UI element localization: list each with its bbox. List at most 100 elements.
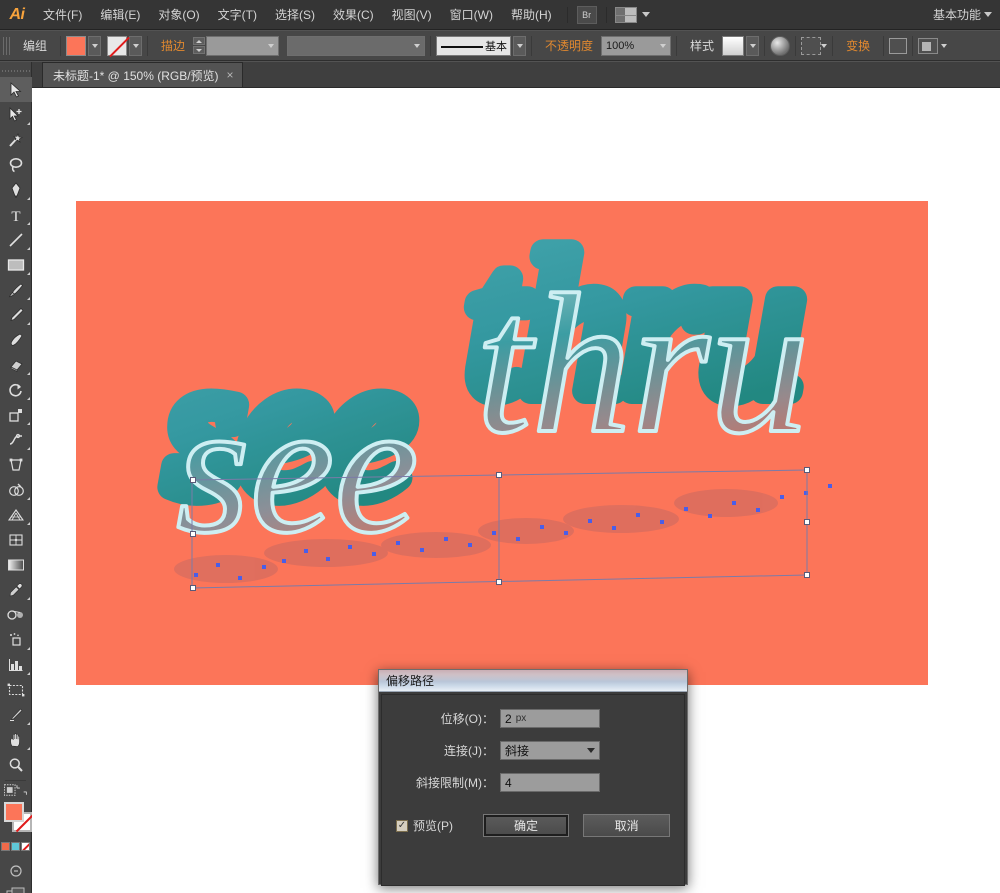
menu-help[interactable]: 帮助(H)	[502, 0, 561, 30]
miter-limit-field[interactable]: 4	[500, 773, 600, 792]
miter-limit-label: 斜接限制(M)：	[416, 776, 494, 790]
column-graph-tool[interactable]	[0, 652, 32, 677]
offset-field[interactable]: 2 px	[500, 709, 600, 728]
opacity-field[interactable]: 100%	[601, 35, 672, 56]
divider-3	[430, 35, 432, 56]
perspective-grid-tool[interactable]	[0, 502, 32, 527]
offset-path-dialog[interactable]: 偏移路径 位移(O)： 2 px 连接(J)： 斜接 斜接限制(M)： 4 ✓ …	[378, 669, 688, 886]
stroke-weight-stepper[interactable]	[193, 37, 206, 54]
shape-builder-tool[interactable]	[0, 477, 32, 502]
tools-panel-grip[interactable]	[0, 65, 31, 77]
blend-tool[interactable]	[0, 602, 32, 627]
stroke-swatch-none-icon[interactable]	[107, 35, 128, 56]
graphic-style-swatch[interactable]	[722, 35, 745, 56]
brush-definition-preview[interactable]: 基本	[436, 35, 512, 56]
lasso-tool[interactable]	[0, 152, 32, 177]
divider-6	[764, 35, 766, 56]
dialog-footer: ✓ 预览(P) 确定 取消	[396, 814, 670, 837]
color-swatch-icon[interactable]	[1, 842, 10, 851]
style-dropdown-button[interactable]	[746, 35, 760, 56]
ok-button[interactable]: 确定	[482, 814, 570, 837]
chevron-down-icon	[984, 12, 992, 17]
menu-view[interactable]: 视图(V)	[383, 0, 441, 30]
fill-swatch[interactable]	[4, 802, 24, 822]
control-bar-grip[interactable]	[3, 36, 11, 55]
transform-label[interactable]: 变换	[838, 37, 878, 54]
divider-9	[883, 35, 885, 56]
scale-tool[interactable]	[0, 402, 32, 427]
app-logo-icon: Ai	[9, 5, 26, 23]
rotate-tool[interactable]	[0, 377, 32, 402]
stroke-weight-label[interactable]: 描边	[153, 37, 193, 54]
type-tool[interactable]: T	[0, 202, 32, 227]
offset-label: 位移(O)：	[440, 712, 494, 726]
bridge-icon[interactable]: Br	[576, 5, 597, 24]
width-tool[interactable]	[0, 427, 32, 452]
brush-dropdown-button[interactable]	[513, 35, 527, 56]
offset-unit: px	[515, 713, 527, 724]
menu-edit[interactable]: 编辑(E)	[91, 0, 149, 30]
menu-select[interactable]: 选择(S)	[266, 0, 324, 30]
chevron-down-icon	[414, 43, 421, 48]
opacity-mask-icon[interactable]	[801, 36, 828, 55]
mesh-tool[interactable]	[0, 527, 32, 552]
cancel-button[interactable]: 取消	[583, 814, 670, 837]
magic-wand-tool[interactable]	[0, 127, 32, 152]
menu-object[interactable]: 对象(O)	[149, 0, 208, 30]
opacity-label[interactable]: 不透明度	[537, 37, 601, 54]
chevron-down-icon	[660, 43, 667, 48]
close-icon[interactable]: ×	[227, 69, 234, 81]
joins-select[interactable]: 斜接	[500, 741, 600, 760]
artwork-3d-text: see thru see thru	[155, 201, 832, 583]
free-transform-tool[interactable]	[0, 452, 32, 477]
blob-brush-tool[interactable]	[0, 327, 32, 352]
preview-checkbox-wrap[interactable]: ✓ 预览(P)	[396, 817, 483, 834]
drawing-mode-row[interactable]	[0, 784, 31, 796]
divider-2	[147, 35, 149, 56]
symbol-sprayer-tool[interactable]	[0, 627, 32, 652]
paintbrush-tool[interactable]	[0, 277, 32, 302]
menu-effect[interactable]: 效果(C)	[324, 0, 383, 30]
miter-limit-value: 4	[505, 775, 512, 790]
stroke-profile-field[interactable]	[287, 35, 426, 56]
recolor-artwork-icon[interactable]	[770, 35, 791, 56]
direct-selection-tool[interactable]	[0, 102, 32, 127]
dialog-titlebar[interactable]: 偏移路径	[379, 670, 687, 692]
arrange-documents-icon[interactable]	[613, 6, 650, 23]
isolate-icon[interactable]	[889, 37, 908, 54]
stroke-weight-field[interactable]	[206, 35, 280, 56]
document-setup-icon[interactable]	[918, 37, 948, 54]
workspace-switcher[interactable]: 基本功能	[933, 6, 1000, 23]
zoom-tool[interactable]	[0, 752, 32, 777]
hand-tool[interactable]	[0, 727, 32, 752]
fill-stroke-indicator[interactable]	[0, 800, 32, 838]
eraser-tool[interactable]	[0, 352, 32, 377]
none-swatch-icon[interactable]	[21, 842, 30, 851]
artboard-tool[interactable]	[0, 677, 32, 702]
menu-window[interactable]: 窗口(W)	[441, 0, 502, 30]
color-mode-row[interactable]	[0, 842, 31, 851]
change-screen-mode-icon[interactable]	[0, 883, 32, 893]
document-tab[interactable]: 未标题-1* @ 150% (RGB/预览) ×	[42, 62, 243, 87]
stroke-dropdown-button[interactable]	[129, 35, 143, 56]
selection-tool[interactable]	[0, 77, 32, 102]
preview-checkbox[interactable]: ✓	[396, 819, 408, 832]
eyedropper-tool[interactable]	[0, 577, 32, 602]
pencil-tool[interactable]	[0, 302, 32, 327]
menu-file[interactable]: 文件(F)	[34, 0, 91, 30]
slice-tool[interactable]	[0, 702, 32, 727]
menu-type[interactable]: 文字(T)	[209, 0, 266, 30]
artboard[interactable]: see thru see thru	[76, 201, 928, 685]
dialog-body: 位移(O)： 2 px 连接(J)： 斜接 斜接限制(M)： 4 ✓ 预览(P)…	[381, 694, 685, 886]
line-segment-tool[interactable]	[0, 227, 32, 252]
fill-color-control[interactable]	[66, 35, 102, 56]
stroke-color-control[interactable]	[107, 35, 143, 56]
gradient-swatch-icon[interactable]	[11, 842, 20, 851]
symbols-icon[interactable]	[0, 859, 32, 883]
gradient-tool[interactable]	[0, 552, 32, 577]
pen-tool[interactable]	[0, 177, 32, 202]
rectangle-tool[interactable]	[0, 252, 32, 277]
document-tab-strip: 未标题-1* @ 150% (RGB/预览) ×	[32, 62, 1000, 88]
fill-dropdown-button[interactable]	[88, 35, 102, 56]
fill-swatch[interactable]	[66, 35, 87, 56]
